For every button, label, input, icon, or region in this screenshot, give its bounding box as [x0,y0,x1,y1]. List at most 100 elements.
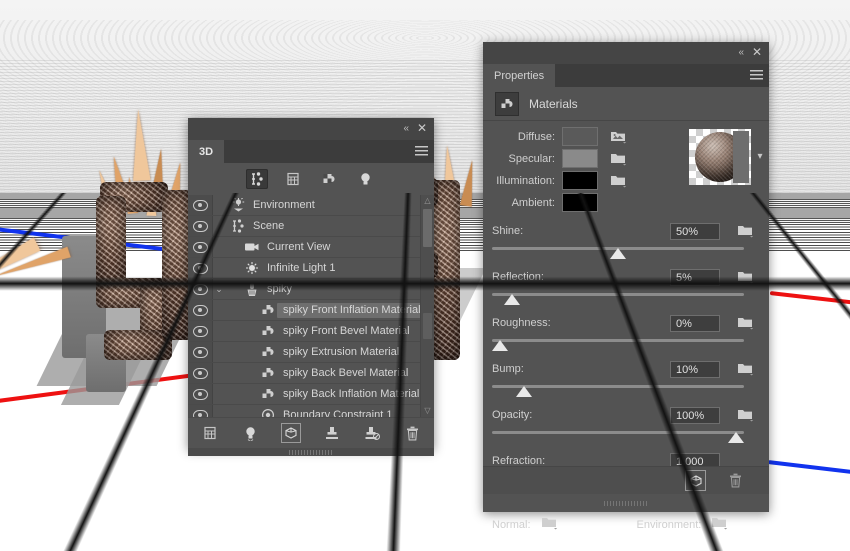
scene-mode-button[interactable] [246,169,268,189]
visibility-toggle[interactable] [188,405,213,417]
3d-panel-titlebar: « ✕ [188,118,434,140]
ground-shadow-off-button[interactable] [363,424,381,442]
properties-footer [483,466,769,494]
slider-handle[interactable] [728,432,744,443]
scene-list-row[interactable]: ⌄ spiky [188,279,434,300]
slider-value-field[interactable]: 10% [670,361,720,378]
add-mesh-button[interactable] [201,424,219,442]
color-swatch[interactable] [562,149,598,168]
3d-mode-toolbar [188,163,434,195]
slider-track[interactable] [492,339,744,342]
scene-list-row[interactable]: Infinite Light 1 [188,258,434,279]
folder-button[interactable] [733,407,759,422]
3d-panel[interactable]: « ✕ 3D Environment Scene Current View In… [188,118,434,456]
normal-folder-button[interactable] [541,515,559,535]
delete-button[interactable] [403,424,421,442]
section-title: Materials [529,96,578,111]
load-material-button[interactable] [685,470,706,491]
light-icon [245,426,255,441]
tab-3d[interactable]: 3D [188,140,225,163]
disclosure-triangle-icon[interactable]: ⌄ [213,284,225,295]
slider-track[interactable] [492,293,744,296]
chevron-down-icon[interactable]: ▾ [753,151,767,165]
scroll-thumb-secondary[interactable] [423,313,432,339]
folder-button[interactable] [606,151,632,166]
scene-list-row[interactable]: spiky Front Bevel Material [188,321,434,342]
cube-icon [689,474,702,487]
environment-folder-button[interactable] [711,515,729,535]
slider-value-field[interactable]: 50% [670,223,720,240]
scene-list-row-label: spiky Back Inflation Material [283,387,420,400]
visibility-toggle[interactable] [188,237,213,257]
visibility-toggle[interactable] [188,300,213,320]
materials-mode-button[interactable] [318,169,340,189]
visibility-toggle[interactable] [188,321,213,341]
eye-icon [192,346,208,358]
scene-list-row[interactable]: spiky Back Inflation Material [188,384,434,405]
3d-scene-list[interactable]: Environment Scene Current View Infinite Lig… [188,195,434,417]
properties-resize-grip[interactable] [483,495,769,512]
mesh-icon [243,281,261,297]
panel-menu-icon[interactable] [750,70,763,81]
light-icon [243,260,261,276]
scene-list-row[interactable]: Environment [188,195,434,216]
visibility-toggle[interactable] [188,384,213,404]
scene-list-row[interactable]: Boundary Constraint 1 [188,405,434,417]
folder-button[interactable] [733,223,759,238]
tab-properties[interactable]: Properties [483,64,556,87]
visibility-toggle[interactable] [188,279,213,299]
lights-mode-button[interactable] [354,169,376,189]
visibility-toggle[interactable] [188,216,213,236]
folder-button[interactable] [733,315,759,330]
folder-button[interactable] [733,269,759,284]
color-row-label: Ambient: [511,196,555,209]
preview-side-tab[interactable] [733,131,749,183]
panel-menu-icon[interactable] [415,146,428,157]
slider-handle[interactable] [503,294,520,305]
3d-list-scrollbar[interactable]: △ ▽ [420,195,434,417]
slider-value-field[interactable]: 0% [670,315,720,332]
mesh-mode-button[interactable] [282,169,304,189]
scene-list-row[interactable]: spiky Front Inflation Material [188,300,434,321]
visibility-toggle[interactable] [188,258,213,278]
scene-list-row[interactable]: Scene [188,216,434,237]
visibility-toggle[interactable] [188,342,213,362]
color-swatch[interactable] [562,193,598,212]
visibility-toggle[interactable] [188,195,213,215]
slider-handle[interactable] [492,340,508,351]
scroll-down-arrow[interactable]: ▽ [421,405,434,417]
material-color-row: Ambient: [483,193,769,212]
eye-icon [192,220,208,232]
texture-folder-button[interactable] [606,129,632,144]
collapse-icon[interactable]: « [403,123,408,134]
slider-handle[interactable] [515,386,532,397]
scene-list-row[interactable]: spiky Extrusion Material [188,342,434,363]
slider-value-field[interactable]: 5% [670,269,720,286]
add-light-button[interactable] [241,424,259,442]
slider-track[interactable] [492,431,744,434]
folder-button[interactable] [733,361,759,376]
close-icon[interactable]: ✕ [752,45,762,59]
collapse-icon[interactable]: « [738,47,743,58]
scene-list-row[interactable]: spiky Back Bevel Material [188,363,434,384]
scroll-thumb[interactable] [423,209,432,247]
slider-handle[interactable] [610,248,626,259]
slider-row: Reflection: 5% [483,269,769,315]
delete-material-button[interactable] [726,471,745,490]
slider-row: Opacity: 100% [483,407,769,453]
3d-panel-resize-grip[interactable] [188,448,434,456]
visibility-toggle[interactable] [188,363,213,383]
material-preview-sphere[interactable]: ▾ [689,129,763,185]
scroll-up-arrow[interactable]: △ [421,195,434,207]
scene-list-row[interactable]: Current View [188,237,434,258]
slider-value-field[interactable]: 100% [670,407,720,424]
slider-row: Shine: 50% [483,223,769,269]
close-icon[interactable]: ✕ [417,121,427,135]
color-swatch[interactable] [562,127,598,146]
color-swatch[interactable] [562,171,598,190]
folder-button[interactable] [606,173,632,188]
properties-panel[interactable]: « ✕ Properties Materials Diffuse: Specula… [483,42,769,531]
ground-shadow-button[interactable] [323,424,341,442]
render-button[interactable] [281,423,301,443]
eye-icon [192,304,208,316]
